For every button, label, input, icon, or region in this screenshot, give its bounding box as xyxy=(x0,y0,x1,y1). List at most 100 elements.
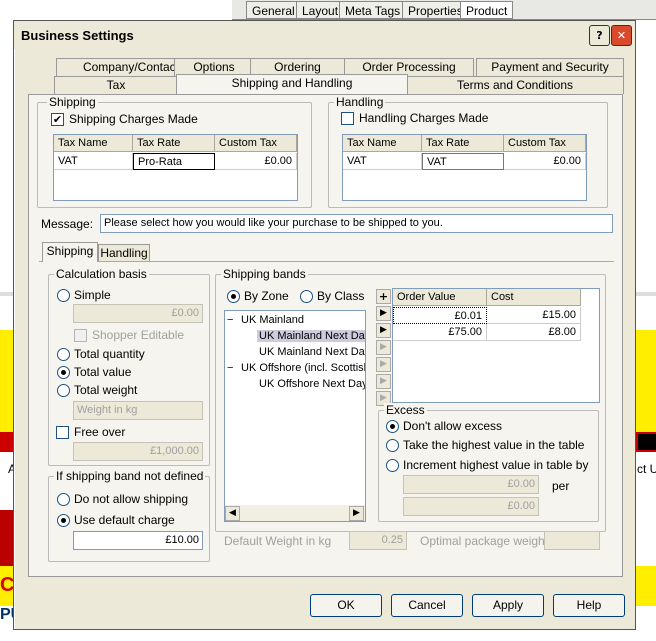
free-over-input[interactable]: £1,000.00 xyxy=(73,442,203,461)
per-label: per xyxy=(552,479,570,493)
bg-tab-meta-tags[interactable]: Meta Tags xyxy=(339,1,407,19)
tree-node[interactable]: UK Mainland Next Day xyxy=(257,330,365,342)
row-indicator-icon: ▶ xyxy=(376,374,391,389)
use-default-charge-radio[interactable] xyxy=(57,514,70,527)
grid-cell[interactable]: £75.00 xyxy=(393,324,487,341)
dont-allow-excess-radio[interactable] xyxy=(386,420,399,433)
close-icon[interactable]: ✕ xyxy=(611,25,632,46)
tree-expand-icon[interactable]: − xyxy=(227,314,233,326)
row-indicator-icon: ▶ xyxy=(376,306,391,321)
handling-charges-checkbox[interactable] xyxy=(341,112,354,125)
grid-header: Tax Rate xyxy=(422,135,504,152)
simple-value-input[interactable]: £0.00 xyxy=(73,304,203,323)
tree-node[interactable]: UK Mainland xyxy=(241,314,304,326)
subtab-divider xyxy=(39,261,614,262)
background-tab-strip: General Layout Meta Tags Properties Prod… xyxy=(232,0,656,20)
by-zone-label: By Zone xyxy=(244,289,289,303)
take-highest-label: Take the highest value in the table xyxy=(403,438,585,452)
grid-cell[interactable]: Pro-Rata xyxy=(133,153,215,170)
not-allow-shipping-label: Do not allow shipping xyxy=(74,492,189,506)
per-value-input[interactable]: £0.00 xyxy=(403,497,539,516)
tree-horizontal-scrollbar[interactable] xyxy=(225,505,365,521)
total-weight-radio[interactable] xyxy=(57,384,70,397)
by-zone-radio[interactable] xyxy=(227,290,240,303)
tab-shipping-handling[interactable]: Shipping and Handling xyxy=(176,74,408,94)
by-class-radio[interactable] xyxy=(300,290,313,303)
bg-tab-general[interactable]: General xyxy=(246,1,301,19)
use-default-charge-label: Use default charge xyxy=(74,513,175,527)
zone-tree[interactable]: − UK Mainland UK Mainland Next Day UK Ma… xyxy=(224,310,366,522)
grid-header: Custom Tax xyxy=(504,135,586,152)
default-charge-input[interactable]: £10.00 xyxy=(73,531,203,550)
grid-cell[interactable]: £8.00 xyxy=(487,324,581,341)
handling-group-label: Handling xyxy=(334,95,386,109)
increment-radio[interactable] xyxy=(386,459,399,472)
scroll-right-icon[interactable]: ▶ xyxy=(349,506,364,521)
bg-tab-product[interactable]: Product xyxy=(460,1,514,19)
free-over-checkbox[interactable] xyxy=(56,426,69,439)
optimal-package-input[interactable] xyxy=(544,531,600,550)
row-indicator-icon: ▶ xyxy=(376,357,391,372)
excess-label: Excess xyxy=(384,403,427,417)
grid-cell[interactable]: VAT xyxy=(343,153,422,170)
total-weight-label: Total weight xyxy=(74,383,138,397)
row-indicator-icon: ▶ xyxy=(376,323,391,338)
tree-node[interactable]: UK Offshore (incl. Scottish xyxy=(241,362,365,374)
tab-terms-conditions[interactable]: Terms and Conditions xyxy=(406,76,624,94)
bg-tab-layout[interactable]: Layout xyxy=(296,1,345,19)
tree-node[interactable]: UK Mainland Next Day xyxy=(259,346,365,358)
shipping-tax-grid: Tax Name Tax Rate Custom Tax VAT Pro-Rat… xyxy=(53,134,298,201)
optimal-package-label: Optimal package weight xyxy=(420,534,549,548)
tree-node[interactable]: UK Offshore Next Day xyxy=(259,378,365,390)
calculation-basis-label: Calculation basis xyxy=(54,267,149,281)
subtab-shipping[interactable]: Shipping xyxy=(42,242,98,262)
bg-tab-properties[interactable]: Properties xyxy=(402,1,469,19)
title-bar: Business Settings ? ✕ xyxy=(14,21,635,49)
by-class-label: By Class xyxy=(317,289,365,303)
weight-input[interactable]: Weight in kg xyxy=(73,401,203,420)
help-button[interactable]: Help xyxy=(553,594,625,617)
shipping-charges-checkbox[interactable]: ✔ xyxy=(51,113,64,126)
help-icon[interactable]: ? xyxy=(589,25,610,46)
take-highest-radio[interactable] xyxy=(386,439,399,452)
dont-allow-excess-label: Don't allow excess xyxy=(403,419,502,433)
cancel-button[interactable]: Cancel xyxy=(391,594,463,617)
grid-header: Custom Tax xyxy=(215,135,297,152)
grid-cell[interactable]: £0.00 xyxy=(504,153,586,170)
grid-cell[interactable]: £15.00 xyxy=(487,307,581,324)
grid-cell[interactable]: VAT xyxy=(422,153,504,170)
subtab-handling[interactable]: Handling xyxy=(98,244,150,262)
shipping-bands-label: Shipping bands xyxy=(221,267,308,281)
increment-amount-input[interactable]: £0.00 xyxy=(403,475,539,494)
ok-button[interactable]: OK xyxy=(310,594,382,617)
bg-text-right: ct U xyxy=(637,462,656,476)
simple-radio[interactable] xyxy=(57,289,70,302)
bg-red-image xyxy=(0,510,14,566)
grid-header: Tax Name xyxy=(54,135,133,152)
handling-charges-label: Handling Charges Made xyxy=(359,111,489,125)
grid-header: Cost xyxy=(487,289,581,306)
bands-grid: Order Value Cost £0.01 £15.00 £75.00 £8.… xyxy=(392,288,600,403)
tab-payment-security[interactable]: Payment and Security xyxy=(476,58,624,76)
total-quantity-label: Total quantity xyxy=(74,347,145,361)
grid-cell[interactable]: £0.00 xyxy=(215,153,297,170)
not-allow-shipping-radio[interactable] xyxy=(57,493,70,506)
total-value-label: Total value xyxy=(74,365,132,379)
total-value-radio[interactable] xyxy=(57,366,70,379)
default-weight-label: Default Weight in kg xyxy=(224,534,332,548)
scroll-left-icon[interactable]: ◀ xyxy=(225,506,240,521)
tree-expand-icon[interactable]: − xyxy=(227,362,233,374)
default-weight-input[interactable]: 0.25 xyxy=(349,531,407,550)
shipping-charges-label: Shipping Charges Made xyxy=(69,112,198,126)
add-band-button[interactable]: + xyxy=(376,289,391,304)
message-input[interactable]: Please select how you would like your pu… xyxy=(100,214,613,233)
simple-label: Simple xyxy=(74,288,111,302)
grid-cell[interactable]: VAT xyxy=(54,153,133,170)
free-over-label: Free over xyxy=(74,425,126,439)
shopper-editable-checkbox[interactable] xyxy=(74,329,87,342)
total-quantity-radio[interactable] xyxy=(57,348,70,361)
grid-cell[interactable]: £0.01 xyxy=(393,307,487,324)
apply-button[interactable]: Apply xyxy=(472,594,544,617)
message-label: Message: xyxy=(41,217,94,231)
tab-tax[interactable]: Tax xyxy=(54,76,178,94)
